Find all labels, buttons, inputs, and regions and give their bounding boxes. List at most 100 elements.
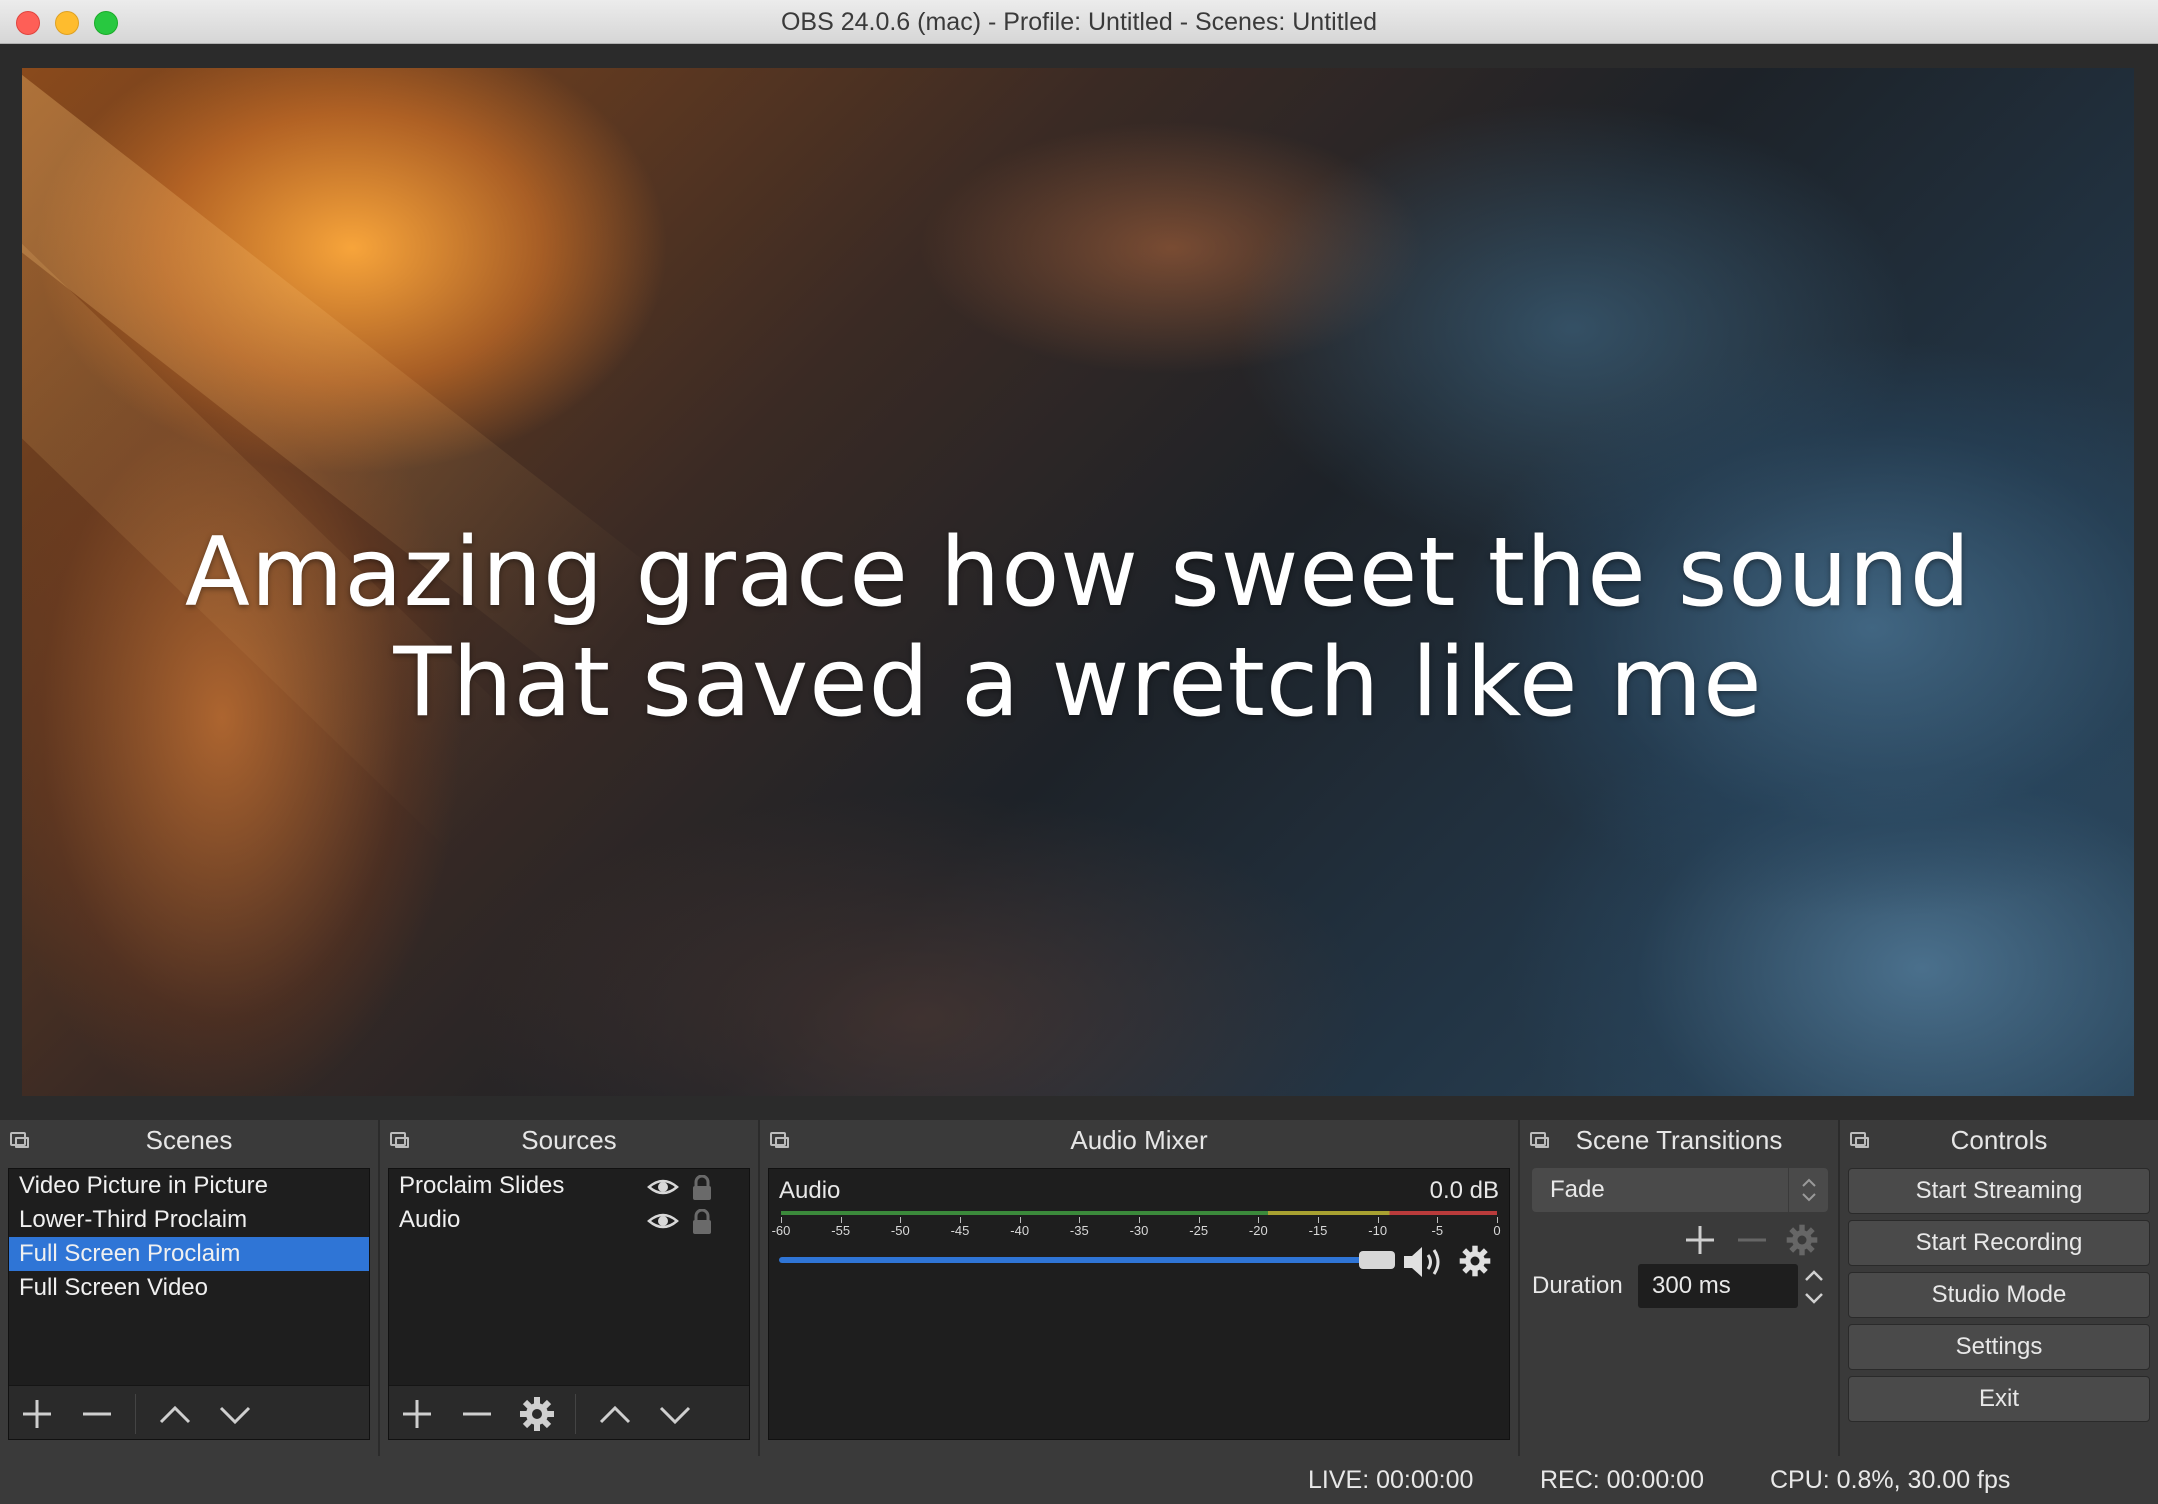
move-source-up-button[interactable] xyxy=(595,1394,635,1434)
lock-icon[interactable] xyxy=(691,1209,713,1235)
add-source-button[interactable] xyxy=(397,1394,437,1434)
source-item-proclaim-slides[interactable]: Proclaim Slides xyxy=(389,1169,749,1203)
meter-tick-label: -60 xyxy=(771,1223,791,1238)
meter-tick-label: -15 xyxy=(1308,1223,1328,1238)
sources-dock: Sources Proclaim Slides Audio xyxy=(380,1120,758,1456)
scene-transitions-dock-header: Scene Transitions xyxy=(1520,1120,1838,1160)
lyrics-line-2: That saved a wretch like me xyxy=(393,628,1763,738)
meter-tick-label: -25 xyxy=(1189,1223,1209,1238)
sources-toolbar xyxy=(389,1385,749,1439)
minus-icon xyxy=(83,1412,111,1416)
source-label: Audio xyxy=(399,1206,461,1233)
undock-icon[interactable] xyxy=(1850,1132,1869,1148)
select-arrows-icon xyxy=(1788,1168,1828,1212)
volume-slider-track[interactable] xyxy=(779,1257,1379,1263)
scene-label: Video Picture in Picture xyxy=(19,1172,269,1199)
preview-area: Amazing grace how sweet the sound That s… xyxy=(0,44,2158,1120)
eye-icon[interactable] xyxy=(647,1175,679,1199)
sources-dock-header: Sources xyxy=(380,1120,758,1160)
rec-timer: REC: 00:00:00 xyxy=(1540,1466,1704,1494)
meter-tick-label: -30 xyxy=(1129,1223,1149,1238)
undock-icon[interactable] xyxy=(390,1132,409,1148)
audio-channel-name: Audio xyxy=(779,1177,841,1204)
audio-mixer-title: Audio Mixer xyxy=(1070,1125,1208,1155)
meter-tick-label: -20 xyxy=(1248,1223,1268,1238)
source-properties-button[interactable] xyxy=(517,1394,557,1434)
chevron-up-icon xyxy=(159,1405,191,1424)
scene-label: Lower-Third Proclaim xyxy=(19,1206,248,1233)
audio-level-readout: 0.0 dB xyxy=(1429,1177,1499,1204)
sources-list[interactable]: Proclaim Slides Audio xyxy=(388,1168,750,1440)
speaker-icon[interactable] xyxy=(1401,1243,1447,1281)
undock-icon[interactable] xyxy=(1530,1132,1549,1148)
undock-icon[interactable] xyxy=(770,1132,789,1148)
window-title: OBS 24.0.6 (mac) - Profile: Untitled - S… xyxy=(780,8,1378,36)
controls-dock-header: Controls xyxy=(1840,1120,2158,1160)
controls-title: Controls xyxy=(1950,1125,2048,1155)
meter-tick-label: 0 xyxy=(1493,1223,1501,1238)
plus-icon xyxy=(23,1400,51,1428)
scene-transitions-dock: Scene Transitions Fade Duration 300 ms xyxy=(1520,1120,1838,1456)
lyrics-line-1: Amazing grace how sweet the sound xyxy=(184,518,1972,628)
gear-icon[interactable] xyxy=(1457,1243,1493,1279)
cpu-fps-readout: CPU: 0.8%, 30.00 fps xyxy=(1770,1466,2011,1494)
move-source-down-button[interactable] xyxy=(655,1394,695,1434)
start-streaming-button[interactable]: Start Streaming xyxy=(1848,1168,2150,1214)
source-item-audio[interactable]: Audio xyxy=(389,1203,749,1237)
start-recording-button[interactable]: Start Recording xyxy=(1848,1220,2150,1266)
audio-mixer-dock: Audio Mixer Audio 0.0 dB -60 -55 -50 -45 -40… xyxy=(760,1120,1518,1456)
meter-tick-label: -35 xyxy=(1069,1223,1089,1238)
plus-icon[interactable] xyxy=(1682,1222,1718,1258)
scenes-dock: Scenes Video Picture in Picture Lower-Th… xyxy=(0,1120,378,1456)
scene-item-lower-third[interactable]: Lower-Third Proclaim xyxy=(9,1203,369,1237)
meter-tick-label: -40 xyxy=(1010,1223,1030,1238)
audio-mixer-dock-header: Audio Mixer xyxy=(760,1120,1518,1160)
minus-icon[interactable] xyxy=(1734,1222,1770,1258)
minus-icon xyxy=(463,1412,491,1416)
meter-tick-label: -50 xyxy=(890,1223,910,1238)
undock-icon[interactable] xyxy=(10,1132,29,1148)
volume-meter xyxy=(781,1211,1497,1215)
chevron-up-icon xyxy=(599,1405,631,1424)
audio-mixer-panel: Audio 0.0 dB -60 -55 -50 -45 -40 -35 -30 -25 -20… xyxy=(768,1168,1510,1440)
eye-icon[interactable] xyxy=(647,1209,679,1233)
chevron-down-icon xyxy=(659,1406,691,1425)
meter-tick-label: -10 xyxy=(1368,1223,1388,1238)
remove-scene-button[interactable] xyxy=(77,1394,117,1434)
scene-item-full-screen-proclaim[interactable]: Full Screen Proclaim xyxy=(9,1237,369,1271)
move-scene-up-button[interactable] xyxy=(155,1394,195,1434)
live-timer: LIVE: 00:00:00 xyxy=(1308,1466,1474,1494)
lock-icon[interactable] xyxy=(691,1175,713,1201)
meter-tick-label: -5 xyxy=(1431,1223,1444,1238)
scene-label: Full Screen Proclaim xyxy=(19,1240,241,1267)
meter-tick-label: -55 xyxy=(831,1223,851,1238)
status-bar: LIVE: 00:00:00 REC: 00:00:00 CPU: 0.8%, … xyxy=(0,1456,2158,1504)
scenes-list[interactable]: Video Picture in Picture Lower-Third Pro… xyxy=(8,1168,370,1440)
lyrics-overlay: Amazing grace how sweet the sound That s… xyxy=(22,518,2134,738)
meter-scale: -60 -55 -50 -45 -40 -35 -30 -25 -20 -15 -10 -5 0 xyxy=(772,1217,1501,1245)
toolbar-separator xyxy=(135,1394,136,1434)
transition-select[interactable]: Fade xyxy=(1532,1168,1828,1212)
source-label: Proclaim Slides xyxy=(399,1172,565,1199)
duration-input[interactable]: 300 ms xyxy=(1638,1264,1798,1308)
remove-source-button[interactable] xyxy=(457,1394,497,1434)
scene-transitions-title: Scene Transitions xyxy=(1575,1125,1783,1155)
window-titlebar: OBS 24.0.6 (mac) - Profile: Untitled - S… xyxy=(0,0,2158,44)
add-scene-button[interactable] xyxy=(17,1394,57,1434)
scenes-toolbar xyxy=(9,1385,369,1439)
volume-slider-handle[interactable] xyxy=(1359,1251,1395,1269)
gear-icon[interactable] xyxy=(1784,1222,1820,1258)
move-scene-down-button[interactable] xyxy=(215,1394,255,1434)
scenes-title: Scenes xyxy=(145,1125,233,1155)
stepper-icon[interactable] xyxy=(1796,1264,1832,1310)
scene-item-video-pip[interactable]: Video Picture in Picture xyxy=(9,1169,369,1203)
studio-mode-button[interactable]: Studio Mode xyxy=(1848,1272,2150,1318)
plus-icon xyxy=(403,1400,431,1428)
program-preview[interactable]: Amazing grace how sweet the sound That s… xyxy=(22,68,2134,1096)
sources-title: Sources xyxy=(521,1125,617,1155)
duration-label: Duration xyxy=(1532,1272,1623,1299)
settings-button[interactable]: Settings xyxy=(1848,1324,2150,1370)
scene-item-full-screen-video[interactable]: Full Screen Video xyxy=(9,1271,369,1305)
chevron-down-icon xyxy=(219,1406,251,1425)
exit-button[interactable]: Exit xyxy=(1848,1376,2150,1422)
